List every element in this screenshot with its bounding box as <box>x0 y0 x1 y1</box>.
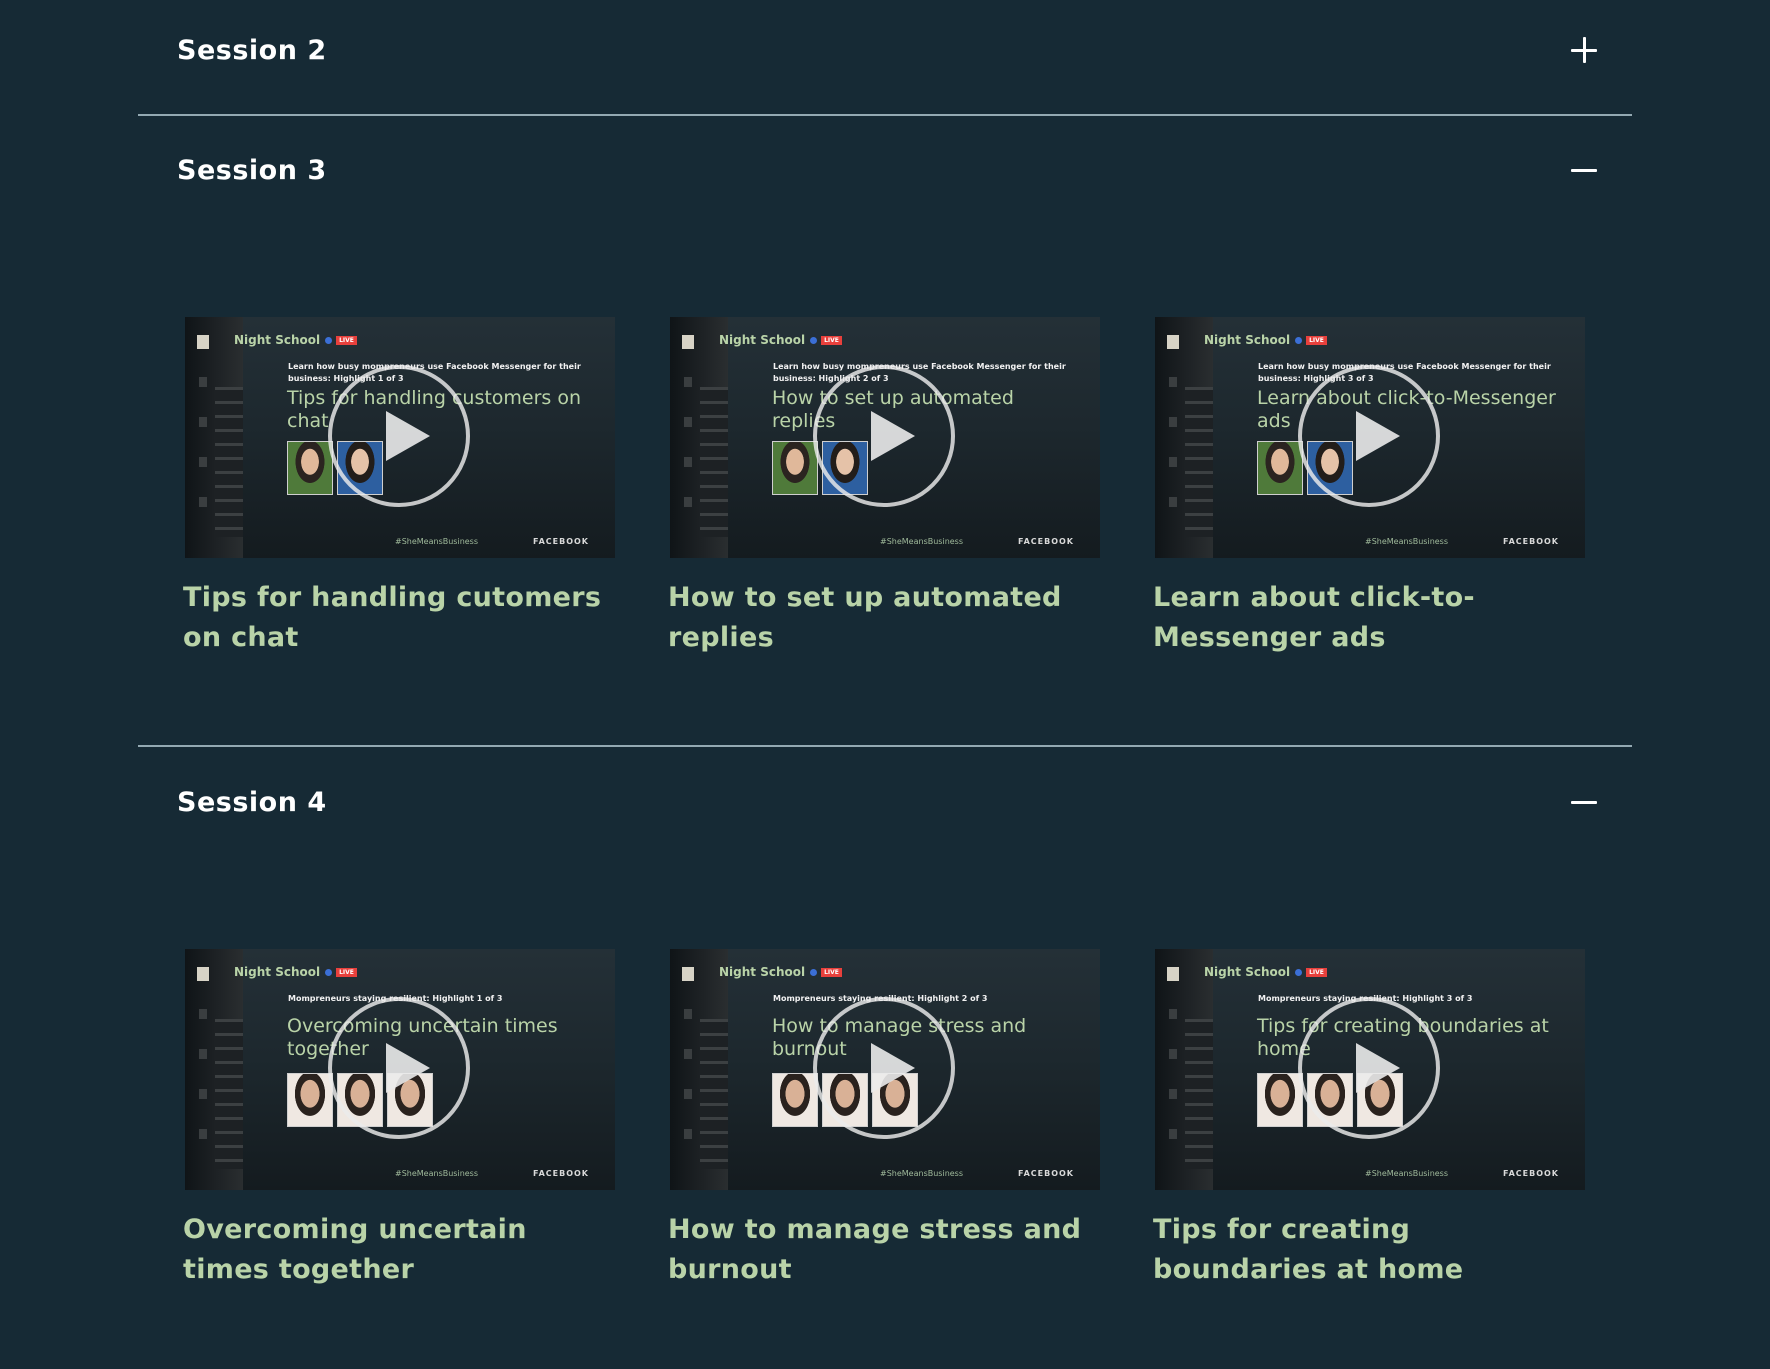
facebook-wordmark: FACEBOOK <box>1503 537 1559 546</box>
video-card[interactable]: Night School LIVE Mompreneurs staying res… <box>668 949 1100 1290</box>
facebook-wordmark: FACEBOOK <box>1503 1169 1559 1178</box>
video-thumbnail[interactable]: Night School LIVE Learn how busy momprene… <box>185 317 615 558</box>
building-image <box>185 317 243 558</box>
video-caption[interactable]: How to set up automated replies <box>668 578 1100 658</box>
video-card[interactable]: Night School LIVE Learn how busy momprene… <box>1153 317 1585 658</box>
session-4: Session 4 Night School LIVE Mompreneurs s… <box>138 752 1632 1285</box>
session-3: Session 3 Night School LIVE Learn how bus… <box>138 120 1632 747</box>
minus-icon[interactable] <box>1571 789 1597 815</box>
session-2: Session 2 <box>138 0 1632 116</box>
video-thumbnail[interactable]: Night School LIVE Learn how busy momprene… <box>1155 317 1585 558</box>
building-image <box>1155 949 1213 1190</box>
video-thumbnail[interactable]: Night School LIVE Mompreneurs staying res… <box>185 949 615 1190</box>
minus-icon[interactable] <box>1571 157 1597 183</box>
facebook-wordmark: FACEBOOK <box>533 537 589 546</box>
video-card[interactable]: Night School LIVE Mompreneurs staying res… <box>1153 949 1585 1290</box>
building-image <box>1155 317 1213 558</box>
hashtag: #SheMeansBusiness <box>395 1169 479 1178</box>
night-school-logo: Night School LIVE <box>234 965 357 979</box>
hashtag: #SheMeansBusiness <box>1365 537 1449 546</box>
thumb-subhead: Mompreneurs staying resilient: Highlight… <box>773 994 988 1003</box>
session-title: Session 3 <box>177 154 327 186</box>
video-caption[interactable]: How to manage stress and burnout <box>668 1210 1100 1290</box>
hashtag: #SheMeansBusiness <box>880 1169 964 1178</box>
night-school-logo: Night School LIVE <box>234 333 357 347</box>
play-icon[interactable] <box>813 997 955 1139</box>
hashtag: #SheMeansBusiness <box>1365 1169 1449 1178</box>
thumb-subhead: Learn how busy mompreneurs use Facebook … <box>773 362 1066 383</box>
video-caption[interactable]: Learn about click-to-Messenger ads <box>1153 578 1585 658</box>
video-caption[interactable]: Tips for handling cutomers on chat <box>183 578 615 658</box>
session-4-header[interactable]: Session 4 <box>138 752 1632 852</box>
night-school-logo: Night School LIVE <box>1204 333 1327 347</box>
video-card[interactable]: Night School LIVE Learn how busy momprene… <box>183 317 615 658</box>
thumb-subhead: Mompreneurs staying resilient: Highlight… <box>288 994 503 1003</box>
session-title: Session 4 <box>177 786 327 818</box>
video-card[interactable]: Night School LIVE Learn how busy momprene… <box>668 317 1100 658</box>
session-2-header[interactable]: Session 2 <box>138 0 1632 100</box>
play-icon[interactable] <box>1298 997 1440 1139</box>
video-card[interactable]: Night School LIVE Mompreneurs staying res… <box>183 949 615 1290</box>
session-divider <box>138 745 1632 747</box>
hashtag: #SheMeansBusiness <box>395 537 479 546</box>
building-image <box>185 949 243 1190</box>
hashtag: #SheMeansBusiness <box>880 537 964 546</box>
play-icon[interactable] <box>813 365 955 507</box>
video-caption[interactable]: Overcoming uncertain times together <box>183 1210 615 1290</box>
facebook-wordmark: FACEBOOK <box>533 1169 589 1178</box>
session-3-header[interactable]: Session 3 <box>138 120 1632 220</box>
thumb-subhead: Mompreneurs staying resilient: Highlight… <box>1258 994 1473 1003</box>
plus-icon[interactable] <box>1571 37 1597 63</box>
night-school-logo: Night School LIVE <box>1204 965 1327 979</box>
video-thumbnail[interactable]: Night School LIVE Mompreneurs staying res… <box>1155 949 1585 1190</box>
play-icon[interactable] <box>328 365 470 507</box>
thumb-subhead: Learn how busy mompreneurs use Facebook … <box>288 362 581 383</box>
play-icon[interactable] <box>328 997 470 1139</box>
session-divider <box>138 114 1632 116</box>
thumb-subhead: Learn how busy mompreneurs use Facebook … <box>1258 362 1551 383</box>
play-icon[interactable] <box>1298 365 1440 507</box>
video-thumbnail[interactable]: Night School LIVE Learn how busy momprene… <box>670 317 1100 558</box>
facebook-wordmark: FACEBOOK <box>1018 1169 1074 1178</box>
building-image <box>670 949 728 1190</box>
building-image <box>670 317 728 558</box>
night-school-logo: Night School LIVE <box>719 965 842 979</box>
night-school-logo: Night School LIVE <box>719 333 842 347</box>
session-title: Session 2 <box>177 34 327 66</box>
facebook-wordmark: FACEBOOK <box>1018 537 1074 546</box>
video-caption[interactable]: Tips for creating boundaries at home <box>1153 1210 1585 1290</box>
video-thumbnail[interactable]: Night School LIVE Mompreneurs staying res… <box>670 949 1100 1190</box>
